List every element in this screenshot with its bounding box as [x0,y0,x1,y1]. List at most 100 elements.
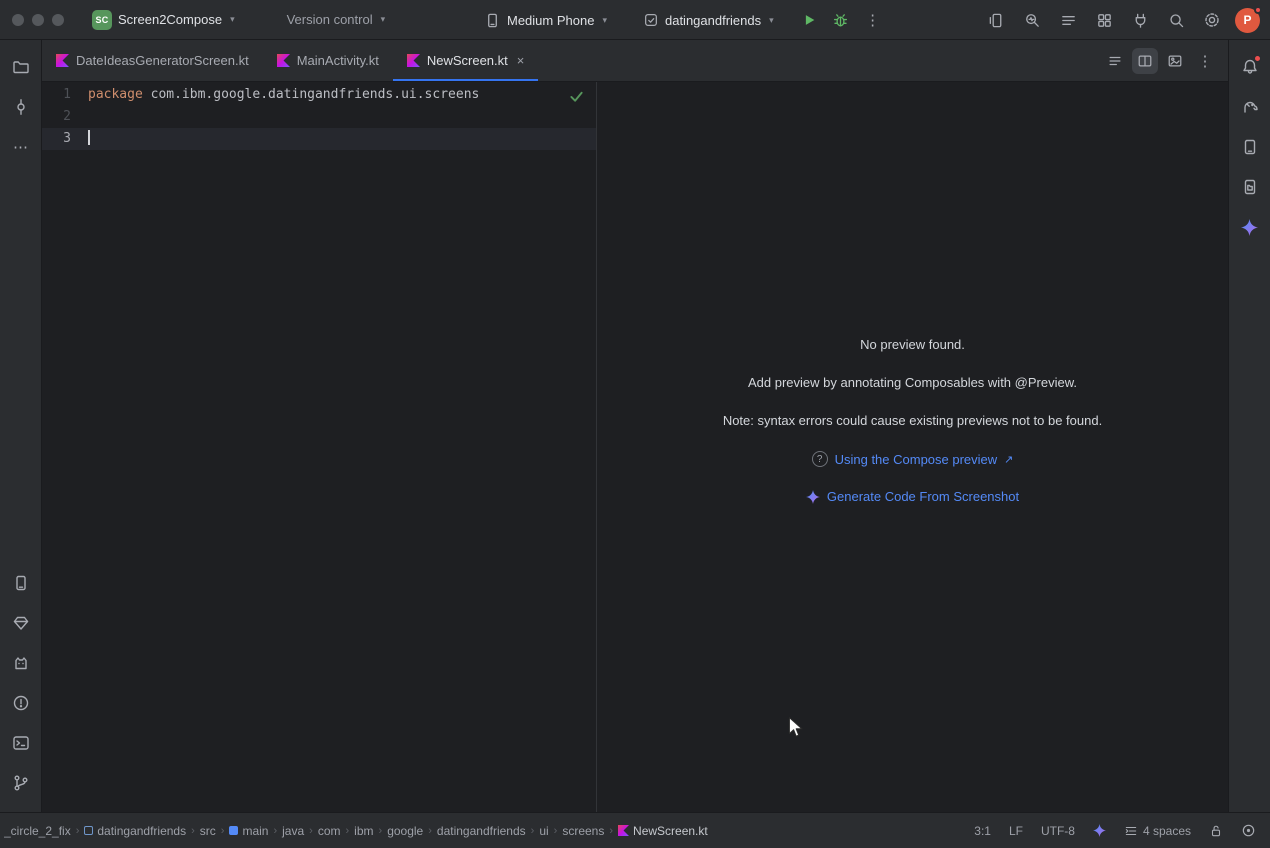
breadcrumb-item[interactable]: datingandfriends [84,824,186,838]
code-editor[interactable]: 1 package com.ibm.google.datingandfriend… [42,82,596,812]
caret-position-widget[interactable]: 3:1 [974,824,991,838]
search-icon [1168,12,1185,29]
terminal-tool-button[interactable] [6,728,36,758]
version-control-tool-button[interactable] [6,768,36,798]
run-configuration-selector[interactable]: datingandfriends ▾ [635,8,782,32]
code-text [88,128,90,150]
logcat-tool-button[interactable] [6,648,36,678]
ai-sparkle-icon [806,490,820,504]
gear-icon [1203,11,1221,29]
breadcrumb-item-file[interactable]: NewScreen.kt [618,824,708,838]
device-selector[interactable]: Medium Phone ▾ [476,8,615,33]
profiler-button[interactable] [1019,7,1045,33]
commit-tool-button[interactable] [6,92,36,122]
compose-preview-panel: No preview found. Add preview by annotat… [596,82,1228,812]
code-view-button[interactable] [1102,48,1128,74]
editor-more-options-button[interactable]: ⋮ [1192,48,1218,74]
chevron-down-icon: ▾ [769,16,774,25]
kotlin-file-icon [618,825,629,836]
more-horizontal-icon: ⋯ [13,138,28,156]
tab-newscreen[interactable]: NewScreen.kt × [393,40,539,81]
tab-dateideasgeneratorscreen[interactable]: DateIdeasGeneratorScreen.kt [42,40,263,81]
notification-dot [1254,55,1261,62]
breadcrumb-item[interactable]: src [200,824,216,838]
code-line-1[interactable]: 1 package com.ibm.google.datingandfriend… [42,84,596,106]
keyword-token: package [88,87,143,102]
code-line-3[interactable]: 3 [42,128,596,150]
breadcrumb-item[interactable]: google [387,824,423,838]
resource-manager-tool-button[interactable] [6,608,36,638]
breadcrumb: _circle_2_fix › datingandfriends › src ›… [4,824,708,838]
plugins-button[interactable] [1127,7,1153,33]
minimize-window-button[interactable] [32,14,44,26]
breadcrumb-item[interactable]: main [229,824,268,838]
settings-button[interactable] [1199,7,1225,33]
read-only-toggle-widget[interactable] [1209,824,1223,838]
breadcrumb-item[interactable]: ibm [354,824,373,838]
split-view-button[interactable] [1132,48,1158,74]
commit-icon [12,98,30,116]
design-view-button[interactable] [1162,48,1188,74]
breadcrumb-item[interactable]: com [318,824,341,838]
avatar-notification-dot [1254,6,1262,14]
source-root-icon [229,826,238,835]
ai-assistant-status-widget[interactable] [1093,824,1106,837]
tab-mainactivity[interactable]: MainActivity.kt [263,40,393,81]
generate-code-from-screenshot-link[interactable]: Generate Code From Screenshot [806,489,1019,504]
code-line-2[interactable]: 2 [42,106,596,128]
avatar[interactable]: P [1235,8,1260,33]
breadcrumb-separator: › [309,825,313,837]
debug-bug-icon [832,12,849,29]
version-control-widget[interactable]: Version control ▾ [279,8,394,31]
gemini-tool-button[interactable] [1235,212,1265,242]
line-number: 1 [42,84,88,106]
device-mirroring-button[interactable] [983,7,1009,33]
window-controls [12,14,64,26]
generate-code-link-label[interactable]: Generate Code From Screenshot [827,489,1019,504]
project-tool-button[interactable] [6,52,36,82]
more-tool-windows-button[interactable]: ⋯ [6,132,36,162]
device-manager-tool-button[interactable] [1235,132,1265,162]
inspection-highlight-widget[interactable] [1241,823,1256,838]
compose-preview-help-link[interactable]: ? Using the Compose preview ↗ [812,451,1014,467]
gradle-elephant-icon [1241,98,1259,116]
tab-label: DateIdeasGeneratorScreen.kt [76,53,249,68]
line-number: 2 [42,106,88,128]
encoding-widget[interactable]: UTF-8 [1041,824,1075,838]
problems-tool-button[interactable] [6,688,36,718]
android-studio-window: SC Screen2Compose ▾ Version control ▾ Me… [0,0,1270,848]
breadcrumb-separator: › [428,825,432,837]
kotlin-file-icon [56,54,69,67]
search-everywhere-button[interactable] [1163,7,1189,33]
inspection-level-icon [1241,823,1256,838]
inspections-widget[interactable] [569,89,584,104]
compose-preview-link-label[interactable]: Using the Compose preview [835,452,998,467]
indent-widget[interactable]: 4 spaces [1124,824,1191,838]
external-link-icon: ↗ [1004,453,1013,466]
close-window-button[interactable] [12,14,24,26]
line-separator-widget[interactable]: LF [1009,824,1023,838]
gradle-tool-button[interactable] [1235,92,1265,122]
avatar-initial: P [1243,13,1251,27]
breadcrumb-item[interactable]: screens [562,824,604,838]
close-tab-icon[interactable]: × [517,53,525,68]
breadcrumb-item[interactable]: ui [539,824,548,838]
debug-button[interactable] [828,7,854,33]
run-button[interactable] [796,7,822,33]
breadcrumb-separator: › [273,825,277,837]
breadcrumb-separator: › [609,825,613,837]
breadcrumb-item[interactable]: java [282,824,304,838]
device-manager-icon [1241,138,1259,156]
zoom-window-button[interactable] [52,14,64,26]
notifications-button[interactable] [1235,52,1265,82]
design-view-icon [1167,53,1183,69]
device-explorer-tool-button[interactable] [1235,172,1265,202]
run-configuration-label: datingandfriends [665,13,761,28]
breadcrumb-item[interactable]: _circle_2_fix [4,824,71,838]
project-selector[interactable]: SC Screen2Compose ▾ [84,6,243,34]
app-inspection-button[interactable] [1091,7,1117,33]
breadcrumb-item[interactable]: datingandfriends [437,824,526,838]
structure-view-button[interactable] [1055,7,1081,33]
running-devices-tool-button[interactable] [6,568,36,598]
more-run-options-button[interactable]: ⋮ [860,7,886,33]
